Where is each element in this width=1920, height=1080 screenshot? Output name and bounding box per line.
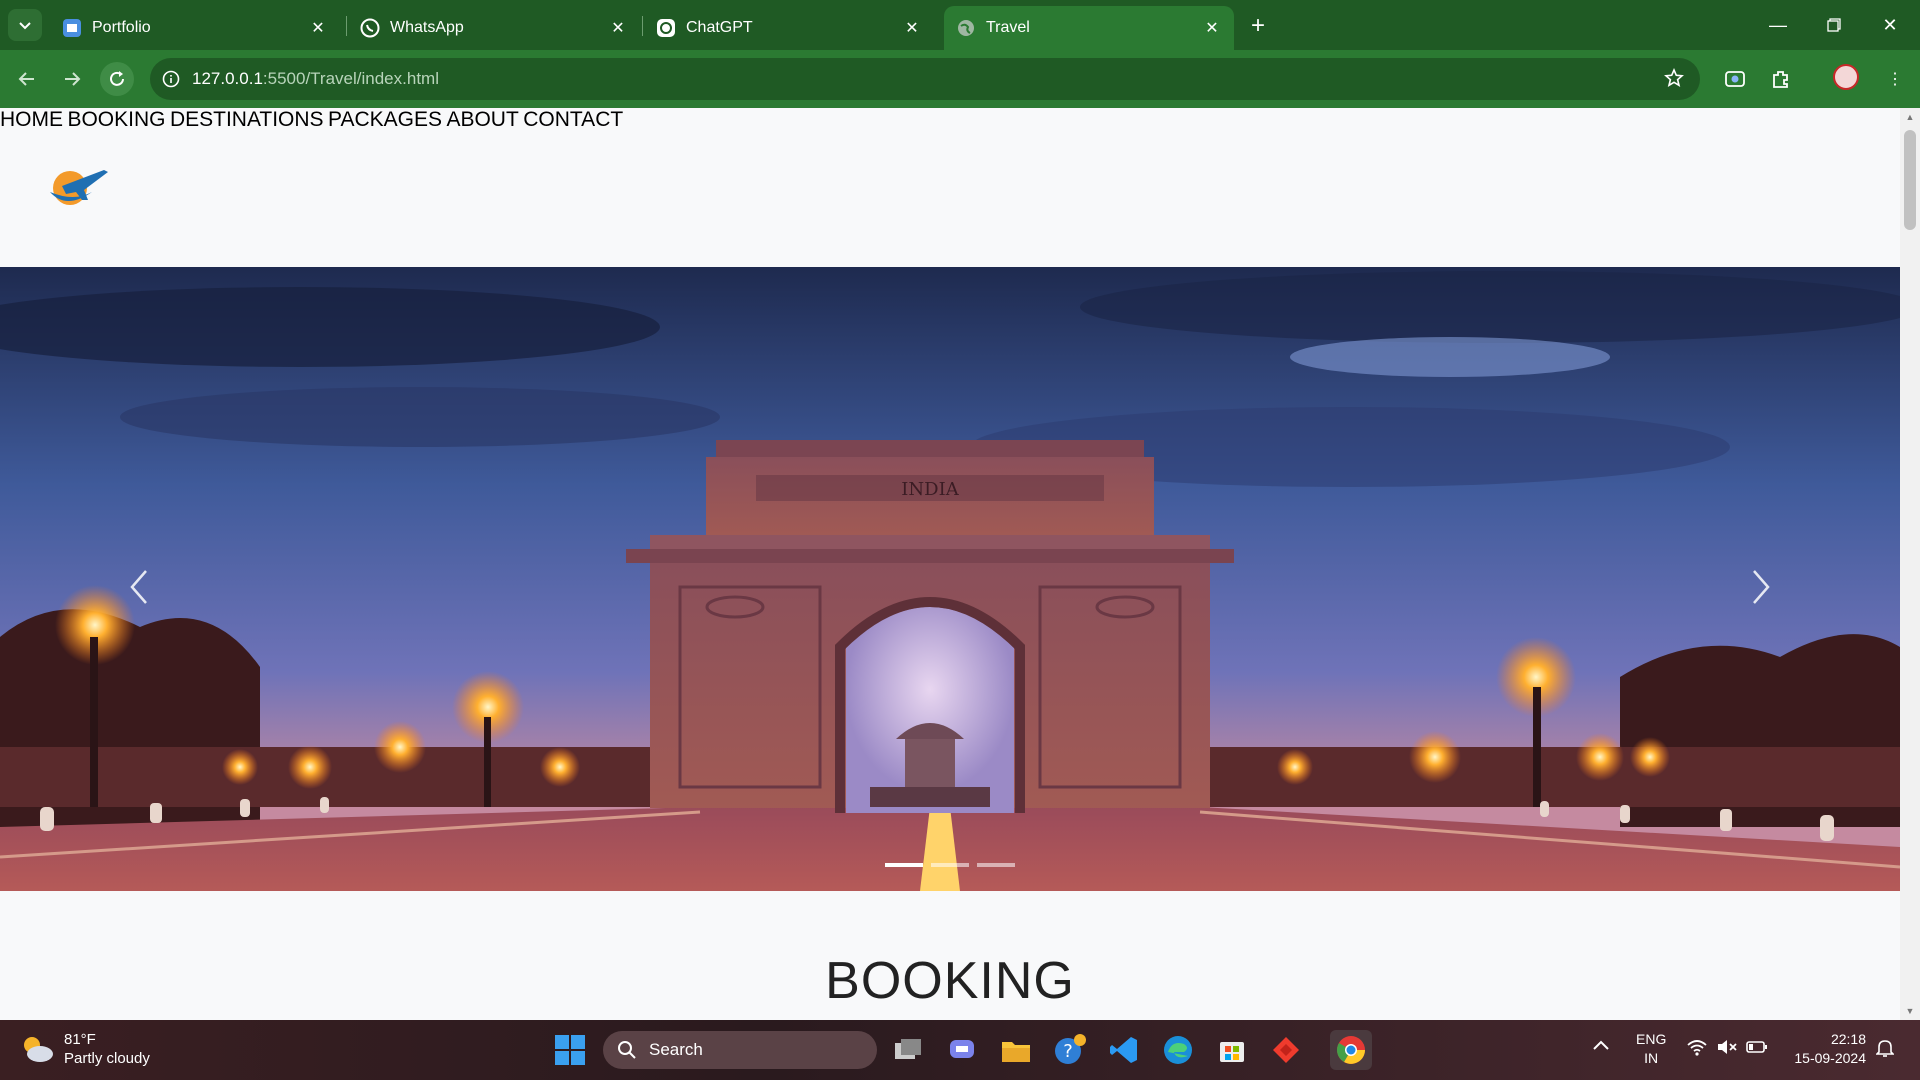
windows-taskbar: 81°F Partly cloudy Search ? ENG IN 22:18… <box>0 1020 1920 1080</box>
tab-title: WhatsApp <box>390 19 464 36</box>
profile-avatar[interactable] <box>1833 64 1859 90</box>
search-placeholder: Search <box>649 1040 703 1059</box>
tab-title: ChatGPT <box>686 19 753 36</box>
booking-section-heading: BOOKING <box>825 952 1075 1010</box>
close-tab-icon[interactable]: ✕ <box>1202 18 1222 38</box>
tab-separator <box>642 16 643 36</box>
close-tab-icon[interactable]: ✕ <box>608 18 628 38</box>
globe-icon <box>956 18 976 38</box>
restore-button[interactable] <box>1806 0 1862 50</box>
nav-destinations[interactable]: DESTINATIONS <box>170 108 324 131</box>
wifi-icon[interactable] <box>1686 1038 1708 1059</box>
address-bar[interactable]: 127.0.0.1:5500/Travel/index.html <box>150 58 1700 100</box>
chevron-right-icon <box>1753 570 1770 604</box>
tab-search-button[interactable] <box>8 9 42 41</box>
forward-button[interactable] <box>55 62 89 96</box>
scrollbar-thumb[interactable] <box>1904 130 1916 230</box>
vscode-icon[interactable] <box>1106 1032 1142 1068</box>
new-tab-button[interactable]: + <box>1244 12 1272 40</box>
battery-icon[interactable] <box>1746 1040 1768 1057</box>
hero-carousel: INDIA <box>0 267 1900 891</box>
nav-home[interactable]: HOME <box>0 108 63 131</box>
carousel-next-button[interactable] <box>1740 557 1780 617</box>
restore-icon <box>1827 18 1841 32</box>
minimize-button[interactable]: — <box>1750 0 1806 50</box>
clock[interactable]: 22:18 15-09-2024 <box>1786 1030 1866 1068</box>
tab-title: Portfolio <box>92 19 151 36</box>
svg-text:?: ? <box>1063 1041 1073 1062</box>
browser-toolbar: 127.0.0.1:5500/Travel/index.html ⋮ <box>0 50 1920 108</box>
task-view-icon[interactable] <box>890 1032 926 1068</box>
language-indicator[interactable]: ENG IN <box>1636 1030 1666 1068</box>
arrow-left-icon <box>18 72 34 86</box>
reload-button[interactable] <box>100 62 134 96</box>
weather-widget[interactable]: 81°F Partly cloudy <box>20 1030 150 1068</box>
carousel-prev-button[interactable] <box>120 557 160 617</box>
nav-about[interactable]: ABOUT <box>446 108 518 131</box>
url-host: 127.0.0.1 <box>192 69 263 88</box>
carousel-indicator-2[interactable] <box>931 863 969 867</box>
windows-logo-icon <box>555 1035 585 1065</box>
volume-muted-icon[interactable] <box>1716 1038 1738 1059</box>
language-code: ENG <box>1636 1031 1667 1047</box>
show-hidden-icons-chevron-up-icon[interactable] <box>1592 1038 1610 1055</box>
tab-chatgpt[interactable]: ChatGPT ✕ <box>644 6 934 50</box>
page-scrollbar[interactable]: ▲ ▼ <box>1900 108 1920 1020</box>
clock-time: 22:18 <box>1830 1031 1866 1047</box>
edge-browser-icon[interactable] <box>1160 1032 1196 1068</box>
carousel-indicator-1[interactable] <box>885 863 923 867</box>
nav-contact[interactable]: CONTACT <box>523 108 623 131</box>
tab-title: Travel <box>986 19 1030 36</box>
monument-inscription: INDIA <box>901 479 959 500</box>
clock-date: 15-09-2024 <box>1794 1050 1866 1066</box>
more-menu-icon[interactable]: ⋮ <box>1880 64 1910 94</box>
search-icon <box>618 1041 636 1059</box>
site-header: HOME BOOKING DESTINATIONS PACKAGES ABOUT… <box>0 108 1900 267</box>
tab-separator <box>346 16 347 36</box>
nav-booking[interactable]: BOOKING <box>67 108 165 131</box>
chevron-down-icon <box>19 22 31 30</box>
carousel-indicator-3[interactable] <box>977 863 1015 867</box>
notification-bell-icon[interactable] <box>1875 1038 1895 1061</box>
back-button[interactable] <box>10 62 44 96</box>
arrow-right-icon <box>65 72 81 86</box>
file-explorer-icon[interactable] <box>998 1032 1034 1068</box>
reload-icon <box>110 71 124 86</box>
bookmark-star-icon[interactable] <box>1664 67 1684 93</box>
main-nav: HOME BOOKING DESTINATIONS PACKAGES ABOUT… <box>0 108 1900 132</box>
close-tab-icon[interactable]: ✕ <box>902 18 922 38</box>
whatsapp-icon <box>360 18 380 38</box>
extensions-puzzle-icon[interactable] <box>1766 64 1796 94</box>
chatgpt-icon <box>656 18 676 38</box>
region-code: IN <box>1644 1050 1659 1066</box>
weather-description: Partly cloudy <box>64 1050 150 1067</box>
chrome-taskbar-icon[interactable] <box>1330 1030 1372 1070</box>
anydesk-icon[interactable] <box>1268 1032 1304 1068</box>
screenshot-extension-icon[interactable] <box>1720 64 1750 94</box>
url-path: :5500/Travel/index.html <box>262 69 439 88</box>
scroll-down-icon[interactable]: ▼ <box>1905 1006 1915 1016</box>
site-info-icon[interactable] <box>150 70 192 88</box>
tab-portfolio[interactable]: Portfolio ✕ <box>50 6 340 50</box>
close-tab-icon[interactable]: ✕ <box>308 18 328 38</box>
weather-temperature: 81°F <box>64 1031 96 1048</box>
microsoft-store-icon[interactable] <box>1214 1032 1250 1068</box>
close-window-button[interactable]: ✕ <box>1862 0 1918 50</box>
nav-packages[interactable]: PACKAGES <box>328 108 442 131</box>
chevron-left-icon <box>130 570 147 604</box>
partly-cloudy-icon <box>24 1037 53 1062</box>
browser-tab-strip: Portfolio ✕ WhatsApp ✕ ChatGPT ✕ Travel … <box>0 0 1920 50</box>
india-gate-image: INDIA <box>0 267 1900 891</box>
taskbar-search[interactable]: Search <box>603 1031 877 1069</box>
scroll-up-icon[interactable]: ▲ <box>1905 112 1915 122</box>
airplane-logo-icon[interactable] <box>44 162 110 208</box>
help-app-icon[interactable]: ? <box>1052 1032 1088 1068</box>
tab-whatsapp[interactable]: WhatsApp ✕ <box>348 6 640 50</box>
tab-travel[interactable]: Travel ✕ <box>944 6 1234 50</box>
teams-chat-icon[interactable] <box>944 1032 980 1068</box>
portfolio-favicon-icon <box>62 18 82 38</box>
carousel-indicators <box>885 863 1015 867</box>
page-viewport: HOME BOOKING DESTINATIONS PACKAGES ABOUT… <box>0 108 1900 1020</box>
start-button[interactable] <box>554 1034 586 1066</box>
